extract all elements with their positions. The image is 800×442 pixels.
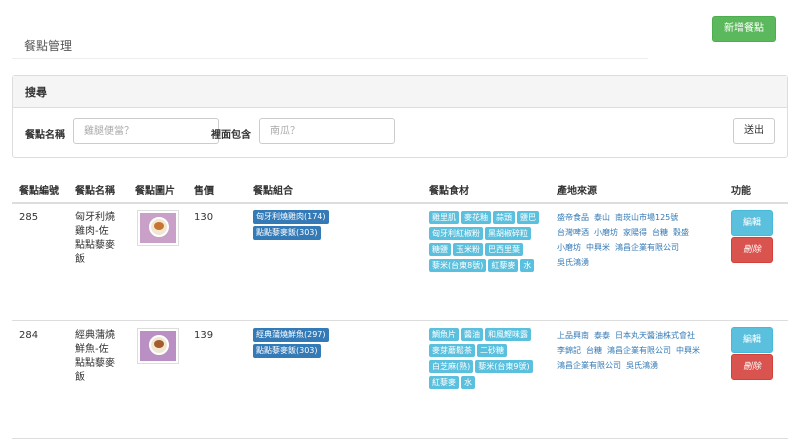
row-name-line: 點點藜麥 [75,358,115,369]
row-name-line: 雞肉-佐 [75,226,109,237]
ingredient-tag[interactable]: 二砂糖 [477,344,507,357]
row-id: 284 [19,330,39,341]
meal-thumbnail[interactable] [137,210,179,246]
row-ingredients: 雞里肌 麥花釉 蒜頭 鹽巴匈牙利紅椒粉 黑胡椒碎粒糖鹽 玉米粉 巴西里葉藜米(台東8號) 紅藜… [429,211,547,275]
combo-tag[interactable]: 經典蒲燒鮮魚(297) [253,328,329,342]
contains-input[interactable] [259,118,395,144]
origin-link[interactable]: 台糖 [586,345,602,357]
row-combos: 匈牙利燒雞肉(174) 點點藜麥飯(303) [253,210,423,242]
page-title: 餐點管理 [24,39,73,53]
title-divider [12,58,648,59]
add-meal-button[interactable]: 新增餐點 [712,16,776,42]
ingredient-tag[interactable]: 水 [520,259,535,272]
row-price: 130 [194,212,214,223]
search-panel: 搜尋 餐點名稱 裡面包含 送出 [12,75,788,158]
origin-link[interactable]: 泰泰 [594,330,610,342]
meal-name-label: 餐點名稱 [25,130,65,141]
origin-link[interactable]: 吳氏鴻湧 [626,360,658,372]
row-divider [12,438,788,439]
row-divider [12,320,788,321]
origin-link[interactable]: 南崁山市場125號 [615,212,678,224]
combo-tag[interactable]: 點點藜麥飯(303) [253,226,321,240]
ingredient-tag[interactable]: 蒜頭 [493,211,515,224]
header-combo: 餐點組合 [253,186,293,197]
header-actions: 功能 [731,186,751,197]
delete-button[interactable]: 刪除 [731,237,773,263]
header-price: 售價 [194,186,214,197]
row-name-line: 經典蒲燒 [75,330,115,341]
ingredient-tag[interactable]: 匈牙利紅椒粉 [429,227,483,240]
delete-button[interactable]: 刪除 [731,354,773,380]
origin-link[interactable]: 鴻昌企業有限公司 [607,345,671,357]
ingredient-tag[interactable]: 紅藜麥 [488,259,519,272]
origin-link[interactable]: 盛帝食品 [557,212,589,224]
ingredient-tag[interactable]: 雞里肌 [429,211,459,224]
header-origin: 產地來源 [557,186,597,197]
row-origins: 上品興南 泰泰 日本丸天醬油株式會社李錦記 台糖 鴻昌企業有限公司 中興米鴻昌企業有限公司… [557,330,719,375]
origin-link[interactable]: 李錦記 [557,345,581,357]
origin-link[interactable]: 中興米 [676,345,700,357]
ingredient-tag[interactable]: 鹽巴 [517,211,539,224]
edit-button[interactable]: 編輯 [731,210,773,236]
ingredient-tag[interactable]: 糖鹽 [429,243,451,256]
row-name-line: 飯 [75,254,85,265]
search-submit-button[interactable]: 送出 [733,118,775,144]
origin-link[interactable]: 小磨坊 [594,227,618,239]
row-name: 匈牙利燒 雞肉-佐 點點藜麥 飯 [75,211,133,267]
row-ingredients: 鯛魚片 醬油 和風鰹味露麥芽蘑鬆茶 二砂糖白芝麻(熟) 藜米(台東9號) 紅藜麥水 [429,328,547,392]
header-ingredients: 餐點食材 [429,186,469,197]
ingredient-tag[interactable]: 紅藜麥 [429,376,459,389]
origin-link[interactable]: 鴻昌企業有限公司 [557,360,621,372]
search-heading: 搜尋 [13,76,787,108]
header-divider [12,202,788,204]
origin-link[interactable]: 泰山 [594,212,610,224]
ingredient-tag[interactable]: 藜米(台東8號) [429,259,487,272]
ingredient-tag[interactable]: 麥芽蘑鬆茶 [429,344,475,357]
row-name: 經典蒲燒 鮮魚-佐 點點藜麥 飯 [75,329,133,385]
meal-name-input[interactable] [73,118,219,144]
combo-tag[interactable]: 匈牙利燒雞肉(174) [253,210,329,224]
meal-photo [140,213,176,243]
contains-label: 裡面包含 [211,130,251,141]
food-shape [154,340,164,348]
row-id: 285 [19,212,39,223]
row-combos: 經典蒲燒鮮魚(297) 點點藜麥飯(303) [253,328,423,360]
ingredient-tag[interactable]: 巴西里葉 [485,243,523,256]
food-shape [154,222,164,230]
row-name-line: 點點藜麥 [75,240,115,251]
header-name: 餐點名稱 [75,186,115,197]
meal-photo [140,331,176,361]
origin-link[interactable]: 台糖 [652,227,668,239]
ingredient-tag[interactable]: 黑胡椒碎粒 [485,227,531,240]
header-id: 餐點編號 [19,186,59,197]
ingredient-tag[interactable]: 和風鰹味露 [485,328,531,341]
header-image: 餐點圖片 [135,186,175,197]
ingredient-tag[interactable]: 麥花釉 [461,211,491,224]
row-name-line: 飯 [75,372,85,383]
origin-link[interactable]: 穀盛 [673,227,689,239]
origin-link[interactable]: 台灣啤酒 [557,227,589,239]
ingredient-tag[interactable]: 醬油 [461,328,483,341]
origin-link[interactable]: 日本丸天醬油株式會社 [615,330,695,342]
ingredient-tag[interactable]: 鯛魚片 [429,328,459,341]
row-name-line: 鮮魚-佐 [75,344,109,355]
row-origins: 盛帝食品 泰山 南崁山市場125號台灣啤酒 小磨坊 家陽得 台糖 穀盛小磨坊 中興米 鴻昌企業有… [557,212,719,272]
origin-link[interactable]: 上品興南 [557,330,589,342]
ingredient-tag[interactable]: 玉米粉 [453,243,483,256]
origin-link[interactable]: 中興米 [586,242,610,254]
ingredient-tag[interactable]: 白芝麻(熟) [429,360,474,373]
ingredient-tag[interactable]: 藜米(台東9號) [475,360,533,373]
origin-link[interactable]: 鴻昌企業有限公司 [615,242,679,254]
origin-link[interactable]: 家陽得 [623,227,647,239]
row-price: 139 [194,330,214,341]
combo-tag[interactable]: 點點藜麥飯(303) [253,344,321,358]
origin-link[interactable]: 小磨坊 [557,242,581,254]
row-name-line: 匈牙利燒 [75,212,115,223]
edit-button[interactable]: 編輯 [731,327,773,353]
meal-thumbnail[interactable] [137,328,179,364]
origin-link[interactable]: 吳氏鴻湧 [557,257,589,269]
ingredient-tag[interactable]: 水 [461,376,475,389]
